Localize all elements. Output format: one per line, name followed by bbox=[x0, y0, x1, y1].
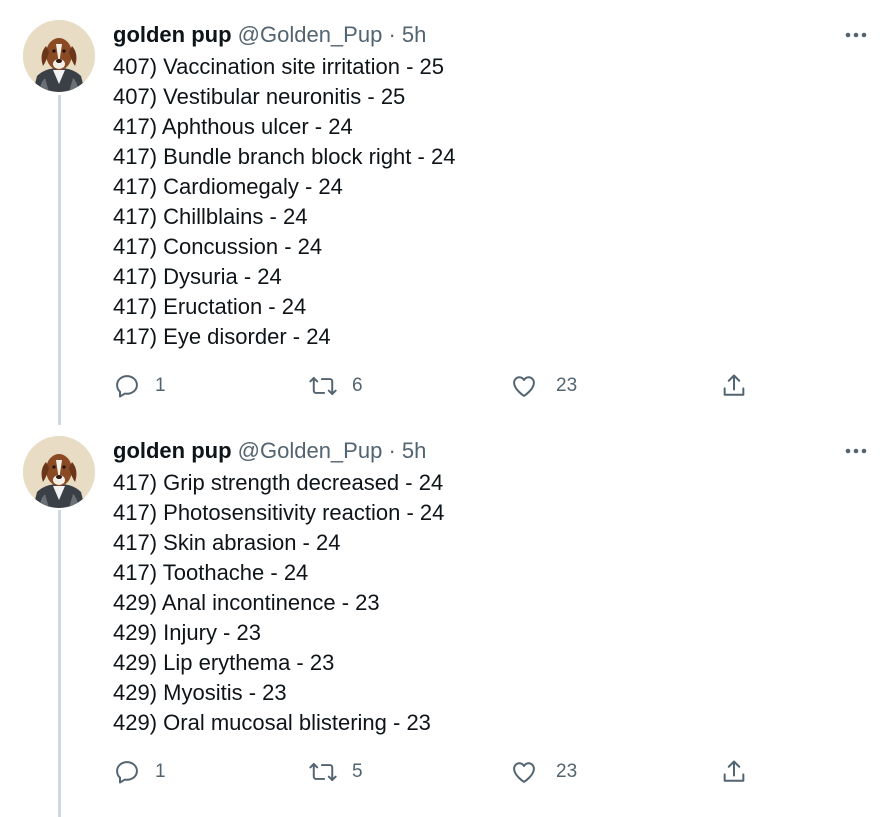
more-button[interactable] bbox=[843, 22, 869, 48]
reply-button[interactable]: 1 bbox=[113, 757, 166, 787]
retweet-count: 6 bbox=[352, 375, 363, 396]
share-icon bbox=[723, 374, 745, 396]
like-button[interactable]: 23 bbox=[510, 757, 577, 787]
tweet-header: golden pup @Golden_Pup · 5h bbox=[113, 20, 887, 50]
timestamp[interactable]: 5h bbox=[402, 438, 426, 463]
tweet-line: 417) Dysuria - 24 bbox=[113, 264, 282, 289]
like-count: 23 bbox=[556, 761, 578, 782]
like-button[interactable]: 23 bbox=[510, 371, 577, 401]
tweet-line: 417) Eructation - 24 bbox=[113, 294, 307, 319]
author-handle[interactable]: @Golden_Pup bbox=[238, 22, 383, 47]
separator: · bbox=[388, 22, 396, 47]
like-count: 23 bbox=[556, 375, 578, 396]
reply-count: 1 bbox=[155, 761, 166, 782]
tweet-line: 417) Eye disorder - 24 bbox=[113, 324, 331, 349]
share-icon bbox=[723, 760, 745, 782]
heart-icon bbox=[513, 762, 535, 783]
tweet-line: 429) Injury - 23 bbox=[113, 620, 261, 645]
tweet-actions: 1 5 23 bbox=[113, 757, 773, 787]
author-name[interactable]: golden pup bbox=[113, 438, 232, 463]
retweet-icon bbox=[309, 762, 337, 782]
heart-icon bbox=[513, 376, 535, 397]
dog-portrait-icon bbox=[23, 20, 95, 92]
author-name[interactable]: golden pup bbox=[113, 22, 232, 47]
avatar[interactable] bbox=[23, 20, 95, 92]
tweet-line: 429) Anal incontinence - 23 bbox=[113, 590, 380, 615]
tweet-line: 429) Oral mucosal blistering - 23 bbox=[113, 710, 431, 735]
reply-icon bbox=[116, 375, 138, 398]
tweet-line: 407) Vestibular neuronitis - 25 bbox=[113, 84, 406, 109]
timestamp[interactable]: 5h bbox=[402, 22, 426, 47]
share-button[interactable] bbox=[720, 757, 748, 787]
reply-count: 1 bbox=[155, 375, 166, 396]
tweet-header: golden pup @Golden_Pup · 5h bbox=[113, 436, 887, 466]
reply-icon bbox=[116, 761, 138, 784]
tweet-line: 417) Photosensitivity reaction - 24 bbox=[113, 500, 445, 525]
tweet-line: 417) Skin abrasion - 24 bbox=[113, 530, 341, 555]
more-icon bbox=[845, 32, 867, 38]
tweet-line: 417) Bundle branch block right - 24 bbox=[113, 144, 456, 169]
tweet-line: 407) Vaccination site irritation - 25 bbox=[113, 54, 444, 79]
tweet-line: 417) Toothache - 24 bbox=[113, 560, 309, 585]
more-button[interactable] bbox=[843, 438, 869, 464]
tweet-line: 417) Chillblains - 24 bbox=[113, 204, 308, 229]
tweet-text: 407) Vaccination site irritation - 25 40… bbox=[113, 52, 887, 352]
tweet-text: 417) Grip strength decreased - 24 417) P… bbox=[113, 468, 887, 738]
retweet-button[interactable]: 6 bbox=[308, 371, 363, 401]
tweet-actions: 1 6 23 bbox=[113, 371, 773, 401]
tweet-line: 417) Grip strength decreased - 24 bbox=[113, 470, 444, 495]
retweet-count: 5 bbox=[352, 761, 363, 782]
tweet-line: 417) Aphthous ulcer - 24 bbox=[113, 114, 353, 139]
avatar[interactable] bbox=[23, 436, 95, 508]
dog-portrait-icon bbox=[23, 436, 95, 508]
tweet-line: 429) Myositis - 23 bbox=[113, 680, 287, 705]
retweet-icon bbox=[309, 376, 337, 396]
reply-button[interactable]: 1 bbox=[113, 371, 166, 401]
tweet-line: 417) Cardiomegaly - 24 bbox=[113, 174, 343, 199]
tweet[interactable]: golden pup @Golden_Pup · 5h 407) Vaccina… bbox=[0, 0, 887, 420]
tweet-line: 429) Lip erythema - 23 bbox=[113, 650, 335, 675]
separator: · bbox=[388, 438, 396, 463]
tweet[interactable]: golden pup @Golden_Pup · 5h 417) Grip st… bbox=[0, 420, 887, 817]
tweet-line: 417) Concussion - 24 bbox=[113, 234, 323, 259]
author-handle[interactable]: @Golden_Pup bbox=[238, 438, 383, 463]
more-icon bbox=[845, 448, 867, 454]
retweet-button[interactable]: 5 bbox=[308, 757, 363, 787]
share-button[interactable] bbox=[720, 371, 748, 401]
